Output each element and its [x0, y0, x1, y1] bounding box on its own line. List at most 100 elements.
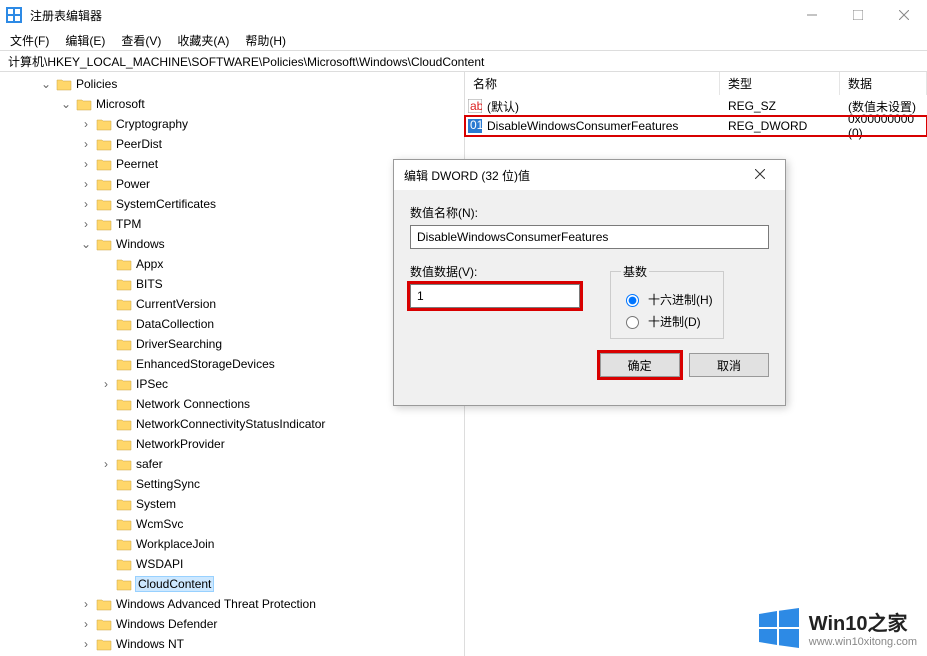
tree-item[interactable]: › PeerDist: [0, 134, 464, 154]
tree-item[interactable]: ▸CloudContent: [0, 574, 464, 594]
tree-label: CloudContent: [136, 577, 213, 591]
radio-dec[interactable]: 十进制(D): [621, 310, 713, 332]
value-header: 名称 类型 数据: [465, 72, 927, 96]
tree-item[interactable]: › Windows Defender: [0, 614, 464, 634]
tree-item[interactable]: ▸WorkplaceJoin: [0, 534, 464, 554]
tree-label: Windows Defender: [116, 617, 217, 631]
tree-toggle[interactable]: ›: [80, 177, 92, 191]
menu-edit[interactable]: 编辑(E): [65, 32, 105, 49]
base-group: 基数 十六进制(H) 十进制(D): [610, 263, 724, 339]
minimize-button[interactable]: [789, 0, 835, 30]
value-row[interactable]: 011DisableWindowsConsumerFeaturesREG_DWO…: [465, 116, 927, 136]
tree-label: TPM: [116, 217, 141, 231]
radio-dec-input[interactable]: [626, 316, 639, 329]
tree-toggle[interactable]: ⌄: [40, 77, 52, 91]
watermark-title: Win10之家: [809, 607, 917, 636]
watermark-url: www.win10xitong.com: [809, 636, 917, 648]
tree-label: PeerDist: [116, 137, 162, 151]
tree-label: Appx: [136, 257, 163, 271]
tree-toggle[interactable]: ›: [80, 157, 92, 171]
radio-hex[interactable]: 十六进制(H): [621, 288, 713, 310]
string-icon: ab: [465, 99, 485, 113]
data-label: 数值数据(V):: [410, 263, 580, 280]
base-legend: 基数: [621, 263, 649, 280]
dialog-title: 编辑 DWORD (32 位)值: [404, 167, 530, 184]
name-label: 数值名称(N):: [410, 204, 769, 221]
tree-label: Policies: [76, 77, 117, 91]
tree-toggle[interactable]: ›: [80, 617, 92, 631]
tree-label: EnhancedStorageDevices: [136, 357, 275, 371]
tree-label: safer: [136, 457, 163, 471]
dialog-close-button[interactable]: [745, 168, 775, 182]
tree-toggle[interactable]: ›: [80, 217, 92, 231]
tree-toggle[interactable]: ⌄: [80, 237, 92, 251]
regedit-icon: [6, 7, 22, 23]
tree-label: Power: [116, 177, 150, 191]
value-type: REG_SZ: [720, 99, 840, 113]
watermark: Win10之家 www.win10xitong.com: [759, 607, 917, 648]
close-icon: [755, 169, 765, 179]
tree-toggle[interactable]: ⌄: [60, 97, 72, 111]
tree-item[interactable]: › Windows Advanced Threat Protection: [0, 594, 464, 614]
col-header-data[interactable]: 数据: [840, 72, 927, 95]
tree-toggle[interactable]: ›: [100, 377, 112, 391]
tree-item[interactable]: ▸NetworkConnectivityStatusIndicator: [0, 414, 464, 434]
tree-item[interactable]: › safer: [0, 454, 464, 474]
col-header-name[interactable]: 名称: [465, 72, 720, 95]
menu-favorites[interactable]: 收藏夹(A): [177, 32, 229, 49]
menu-view[interactable]: 查看(V): [121, 32, 161, 49]
tree-label: IPSec: [136, 377, 168, 391]
tree-toggle[interactable]: ›: [80, 137, 92, 151]
win10-logo-icon: [759, 608, 799, 648]
title-bar: 注册表编辑器: [0, 0, 927, 30]
menu-file[interactable]: 文件(F): [10, 32, 49, 49]
tree-label: SystemCertificates: [116, 197, 216, 211]
value-type: REG_DWORD: [720, 119, 840, 133]
tree-label: DataCollection: [136, 317, 214, 331]
tree-toggle[interactable]: ›: [80, 637, 92, 651]
tree-toggle[interactable]: ›: [80, 117, 92, 131]
tree-item[interactable]: ▸System: [0, 494, 464, 514]
tree-label: Network Connections: [136, 397, 250, 411]
tree-label: WorkplaceJoin: [136, 537, 214, 551]
tree-item[interactable]: ›Cryptography: [0, 114, 464, 134]
tree-item[interactable]: ▸WSDAPI: [0, 554, 464, 574]
col-header-type[interactable]: 类型: [720, 72, 840, 95]
tree-toggle[interactable]: ›: [100, 457, 112, 471]
close-button[interactable]: [881, 0, 927, 30]
tree-item[interactable]: ⌄ Policies: [0, 74, 464, 94]
tree-item[interactable]: ▸WcmSvc: [0, 514, 464, 534]
name-input[interactable]: [410, 225, 769, 249]
tree-item[interactable]: ›Windows NT: [0, 634, 464, 654]
tree-label: Microsoft: [96, 97, 145, 111]
tree-toggle[interactable]: ›: [80, 197, 92, 211]
tree-label: Peernet: [116, 157, 158, 171]
svg-text:ab: ab: [470, 99, 482, 113]
svg-text:011: 011: [470, 119, 482, 132]
dword-icon: 011: [465, 119, 485, 133]
tree-label: NetworkProvider: [136, 437, 225, 451]
tree-label: WSDAPI: [136, 557, 183, 571]
radio-hex-input[interactable]: [626, 294, 639, 307]
value-name: (默认): [485, 98, 720, 115]
tree-item[interactable]: ▸NetworkProvider: [0, 434, 464, 454]
tree-item[interactable]: ▸SettingSync: [0, 474, 464, 494]
data-input[interactable]: [410, 284, 580, 308]
maximize-button[interactable]: [835, 0, 881, 30]
tree-label: NetworkConnectivityStatusIndicator: [136, 417, 325, 431]
tree-label: DriverSearching: [136, 337, 222, 351]
tree-label: Windows Advanced Threat Protection: [116, 597, 316, 611]
window-title: 注册表编辑器: [30, 7, 102, 24]
tree-label: System: [136, 497, 176, 511]
close-icon: [899, 10, 909, 20]
value-data: 0x00000000 (0): [840, 112, 927, 140]
tree-item[interactable]: ⌄ Microsoft: [0, 94, 464, 114]
tree-label: CurrentVersion: [136, 297, 216, 311]
ok-button[interactable]: 确定: [600, 353, 680, 377]
menu-help[interactable]: 帮助(H): [245, 32, 286, 49]
tree-toggle[interactable]: ›: [80, 597, 92, 611]
address-bar[interactable]: 计算机\HKEY_LOCAL_MACHINE\SOFTWARE\Policies…: [0, 50, 927, 72]
maximize-icon: [853, 10, 863, 20]
cancel-button[interactable]: 取消: [689, 353, 769, 377]
tree-label: SettingSync: [136, 477, 200, 491]
